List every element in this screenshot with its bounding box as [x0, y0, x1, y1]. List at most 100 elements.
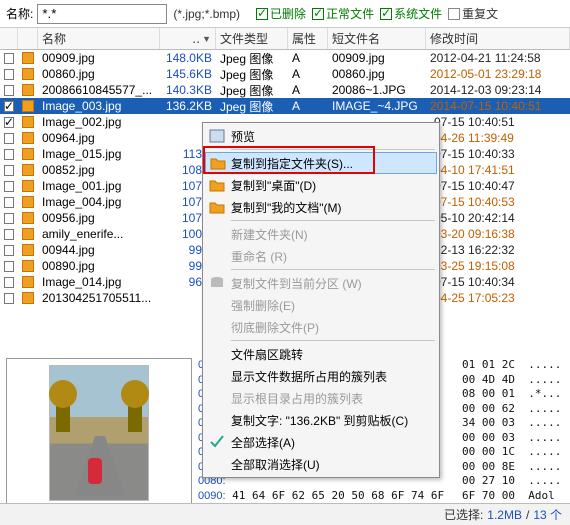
file-name: 00944.jpg [38, 243, 160, 257]
row-checkbox[interactable] [4, 101, 14, 112]
row-checkbox[interactable] [4, 149, 14, 160]
folder-icon [209, 177, 225, 193]
file-size: 145.6KB [160, 67, 216, 81]
status-count: 13 个 [533, 506, 562, 523]
row-checkbox[interactable] [4, 53, 14, 64]
row-checkbox[interactable] [4, 293, 14, 304]
file-date: -04-10 17:41:51 [426, 163, 570, 177]
file-name: 20086610845577_... [38, 83, 160, 97]
file-icon [22, 148, 34, 160]
menu-item-label: 文件扇区跳转 [231, 346, 303, 363]
file-icon [22, 84, 34, 96]
menu-item[interactable]: 复制到"桌面"(D) [205, 174, 437, 196]
chk-duplicate[interactable]: 重复文 [448, 5, 498, 22]
row-checkbox[interactable] [4, 117, 14, 128]
preview-icon [209, 128, 225, 144]
disk-icon [209, 275, 225, 291]
menu-item: 强制删除(E) [205, 294, 437, 316]
table-row[interactable]: 00909.jpg148.0KBJpeg 图像A00909.jpg2012-04… [0, 50, 570, 66]
row-checkbox[interactable] [4, 277, 14, 288]
menu-item: 重命名 (R) [205, 245, 437, 267]
col-type[interactable]: 文件类型 [216, 28, 288, 49]
file-name: 00956.jpg [38, 211, 160, 225]
menu-item[interactable]: 显示文件数据所占用的簇列表 [205, 365, 437, 387]
file-size: 140.3KB [160, 83, 216, 97]
row-checkbox[interactable] [4, 245, 14, 256]
file-type: Jpeg 图像 [216, 98, 288, 115]
row-checkbox[interactable] [4, 133, 14, 144]
table-row[interactable]: 00860.jpg145.6KBJpeg 图像A00860.jpg2012-05… [0, 66, 570, 82]
menu-item-label: 全部选择(A) [231, 434, 295, 451]
file-shortname: 20086~1.JPG [328, 83, 426, 97]
col-date[interactable]: 修改时间 [426, 28, 570, 49]
status-bar: 已选择: 1.2MB / 13 个 [0, 503, 570, 525]
col-name[interactable]: 名称 [38, 28, 160, 49]
col-shortname[interactable]: 短文件名 [328, 28, 426, 49]
menu-item[interactable]: 复制到"我的文档"(M) [205, 196, 437, 218]
chk-deleted[interactable]: 已删除 [256, 5, 306, 22]
file-icon [22, 196, 34, 208]
chk-system[interactable]: 系统文件 [380, 5, 442, 22]
filter-bar: 名称: (*.jpg;*.bmp) 已删除 正常文件 系统文件 重复文 [0, 0, 570, 28]
menu-item-label: 复制文字: "136.2KB" 到剪贴板(C) [231, 412, 408, 429]
table-row[interactable]: 20086610845577_...140.3KBJpeg 图像A20086~1… [0, 82, 570, 98]
sort-desc-icon: ▼ [202, 34, 211, 44]
menu-item[interactable]: 全部选择(A) [205, 431, 437, 453]
file-icon [22, 116, 34, 128]
file-date: -07-15 10:40:33 [426, 147, 570, 161]
row-checkbox[interactable] [4, 181, 14, 192]
file-date: -07-15 10:40:51 [426, 115, 570, 129]
chk-normal[interactable]: 正常文件 [312, 5, 374, 22]
name-filter-input[interactable] [37, 4, 167, 24]
menu-item: 复制文件到当前分区 (W) [205, 272, 437, 294]
row-checkbox[interactable] [4, 213, 14, 224]
file-shortname: IMAGE_~4.JPG [328, 99, 426, 113]
row-checkbox[interactable] [4, 229, 14, 240]
checkbox-icon [448, 8, 460, 20]
file-name: Image_002.jpg [38, 115, 160, 129]
file-type: Jpeg 图像 [216, 66, 288, 83]
row-checkbox[interactable] [4, 165, 14, 176]
file-name: Image_001.jpg [38, 179, 160, 193]
row-checkbox[interactable] [4, 261, 14, 272]
menu-item-label: 复制到"我的文档"(M) [231, 199, 342, 216]
name-label: 名称: [6, 5, 33, 22]
table-row[interactable]: Image_003.jpg136.2KBJpeg 图像AIMAGE_~4.JPG… [0, 98, 570, 114]
file-icon [22, 132, 34, 144]
menu-item[interactable]: 复制到指定文件夹(S)... [205, 152, 437, 174]
menu-item-label: 复制文件到当前分区 (W) [231, 275, 362, 292]
file-shortname: 00909.jpg [328, 51, 426, 65]
col-icon [18, 28, 38, 49]
file-date: -04-25 17:05:23 [426, 291, 570, 305]
ascii-view: 01 01 2C ..... 00 4D 4D ..... 08 00 01 .… [462, 358, 566, 503]
file-icon [22, 244, 34, 256]
row-checkbox[interactable] [4, 197, 14, 208]
file-name: Image_003.jpg [38, 99, 160, 113]
file-date: -07-15 10:40:53 [426, 195, 570, 209]
menu-item-label: 显示根目录占用的簇列表 [231, 390, 363, 407]
menu-item[interactable]: 预览 [205, 125, 437, 147]
menu-item[interactable]: 复制文字: "136.2KB" 到剪贴板(C) [205, 409, 437, 431]
file-icon [22, 180, 34, 192]
file-icon [22, 276, 34, 288]
row-checkbox[interactable] [4, 85, 14, 96]
file-shortname: 00860.jpg [328, 67, 426, 81]
file-date: -03-25 19:15:08 [426, 259, 570, 273]
menu-item[interactable]: 文件扇区跳转 [205, 343, 437, 365]
col-size[interactable]: ‥▼ [160, 28, 216, 49]
file-date: -04-26 11:39:49 [426, 131, 570, 145]
file-icon [22, 212, 34, 224]
file-icon [22, 164, 34, 176]
col-check[interactable] [0, 28, 18, 49]
menu-item-label: 预览 [231, 128, 255, 145]
menu-item: 新建文件夹(N) [205, 223, 437, 245]
menu-item[interactable]: 全部取消选择(U) [205, 453, 437, 475]
file-icon [22, 292, 34, 304]
menu-item: 彻底删除文件(P) [205, 316, 437, 338]
col-attr[interactable]: 属性 [288, 28, 328, 49]
menu-item-label: 复制到"桌面"(D) [231, 177, 316, 194]
menu-item-label: 全部取消选择(U) [231, 456, 320, 473]
menu-separator [231, 149, 435, 150]
row-checkbox[interactable] [4, 69, 14, 80]
file-name: 00860.jpg [38, 67, 160, 81]
